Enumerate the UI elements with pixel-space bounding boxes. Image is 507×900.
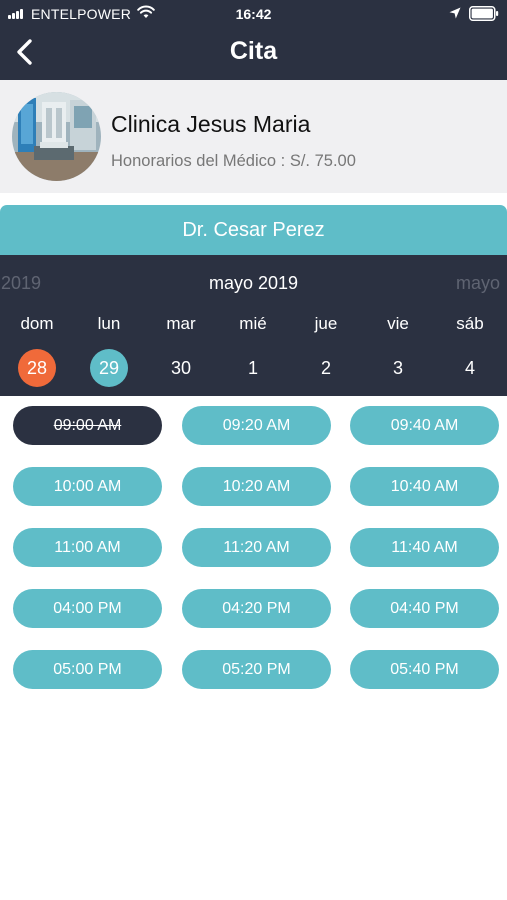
calendar-day[interactable]: 4	[440, 349, 500, 387]
clinic-photo	[12, 92, 101, 181]
calendar-strip: 2019 mayo 2019 mayo dom lun mar mié jue …	[0, 255, 507, 396]
time-slot-button[interactable]: 04:20 PM	[182, 589, 331, 628]
doctor-selector[interactable]: Dr. Cesar Perez	[0, 205, 507, 255]
time-slot-button[interactable]: 05:20 PM	[182, 650, 331, 689]
weekday-label: vie	[387, 314, 409, 333]
time-slot-button[interactable]: 04:00 PM	[13, 589, 162, 628]
day-number: 4	[464, 358, 475, 378]
day-number: 30	[170, 358, 192, 378]
location-arrow-icon	[449, 7, 461, 19]
time-slot-button[interactable]: 05:00 PM	[13, 650, 162, 689]
calendar-day[interactable]: 3	[368, 349, 428, 387]
calendar-day[interactable]: 2	[296, 349, 356, 387]
status-time: 16:42	[235, 6, 272, 22]
calendar-day[interactable]: 1	[223, 349, 283, 387]
weekday-label: dom	[20, 314, 54, 333]
calendar-day[interactable]: 30	[151, 349, 211, 387]
time-slot-button[interactable]: 10:00 AM	[13, 467, 162, 506]
time-slot-button[interactable]: 11:00 AM	[13, 528, 162, 567]
weekday-label: lun	[97, 314, 121, 333]
calendar-next-month[interactable]: mayo	[456, 273, 500, 294]
doctor-fee: Honorarios del Médico : S/. 75.00	[111, 152, 356, 170]
calendar-day-today[interactable]: 28	[7, 349, 67, 387]
calendar-day-selected[interactable]: 29	[79, 349, 139, 387]
status-bar: ENTELPOWER 16:42	[0, 0, 507, 28]
clinic-card: Clinica Jesus Maria Honorarios del Médic…	[0, 80, 507, 193]
day-number: 3	[392, 358, 403, 378]
clinic-name: Clinica Jesus Maria	[111, 111, 311, 137]
weekday-label: jue	[314, 314, 338, 333]
header: ENTELPOWER 16:42 Cita	[0, 0, 507, 80]
time-slot-button[interactable]: 04:40 PM	[350, 589, 499, 628]
time-slot-button[interactable]: 10:40 AM	[350, 467, 499, 506]
day-number: 2	[320, 358, 331, 378]
day-number: 28	[18, 349, 56, 387]
weekday-label: mar	[166, 314, 196, 333]
time-slot-button[interactable]: 10:20 AM	[182, 467, 331, 506]
time-slot-button[interactable]: 09:20 AM	[182, 406, 331, 445]
day-number: 1	[247, 358, 258, 378]
weekday-label: mié	[239, 314, 267, 333]
weekday-label: sáb	[456, 314, 484, 333]
battery-icon	[469, 6, 499, 21]
time-slot-button[interactable]: 05:40 PM	[350, 650, 499, 689]
time-slot-button[interactable]: 11:20 AM	[182, 528, 331, 567]
calendar-month: mayo 2019	[208, 273, 299, 293]
time-slot-button[interactable]: 09:40 AM	[350, 406, 499, 445]
time-slot-button[interactable]: 11:40 AM	[350, 528, 499, 567]
time-slot-unavailable[interactable]: 09:00 AM	[13, 406, 162, 445]
page-title: Cita	[229, 37, 278, 65]
day-number: 29	[90, 349, 128, 387]
